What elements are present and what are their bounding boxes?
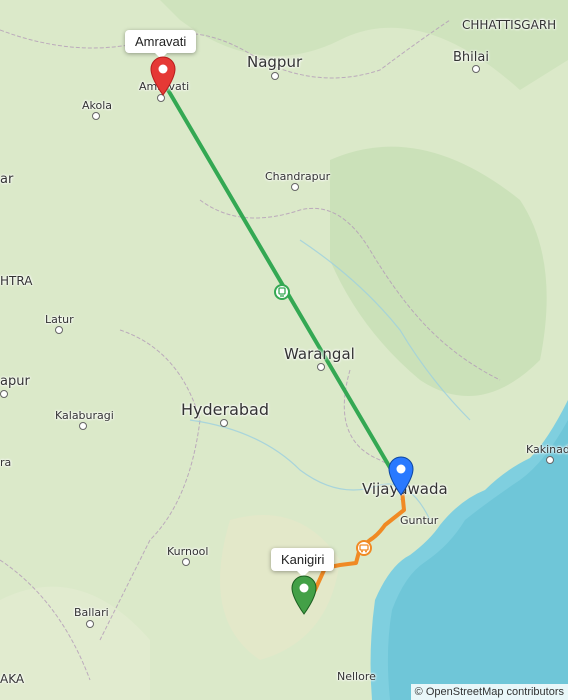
city-label-chandrapur: Chandrapur [265, 170, 331, 183]
city-dot-ballari [86, 620, 94, 628]
city-dot-latur [55, 326, 63, 334]
city-dot-kakinada [546, 456, 554, 464]
city-dot-warangal [317, 363, 325, 371]
city-dot-akola [92, 112, 100, 120]
city-label-kurnool: Kurnool [167, 545, 209, 558]
city-label-warangal: Warangal [284, 345, 355, 363]
city-label-bhilai: Bhilai [453, 50, 489, 65]
city-dot-apur [0, 390, 8, 398]
end-pin-icon[interactable] [289, 574, 319, 616]
map-canvas[interactable]: CHHATTISGARH Bhilai Nagpur Amravati Akol… [0, 0, 568, 700]
city-dot-kurnool [182, 558, 190, 566]
train-icon[interactable] [274, 284, 290, 300]
region-label-aka: AKA [0, 672, 25, 686]
start-callout[interactable]: Amravati [125, 30, 197, 59]
map-attribution[interactable]: © OpenStreetMap contributors [410, 684, 568, 700]
city-label-akola: Akola [82, 99, 113, 112]
waypoint-pin-icon[interactable] [386, 455, 416, 497]
city-label-latur: Latur [45, 313, 74, 326]
city-dot-hyderabad [220, 419, 228, 427]
region-label-htra: HTRA [0, 274, 33, 288]
city-dot-chandrapur [291, 183, 299, 191]
city-label-apur: apur [0, 374, 30, 389]
city-label-ballari: Ballari [74, 606, 109, 619]
city-dot-bhilai [472, 65, 480, 73]
city-label-nellore: Nellore [337, 670, 376, 683]
city-label-guntur: Guntur [400, 514, 439, 527]
bus-icon[interactable] [356, 540, 372, 556]
city-dot-nagpur [271, 72, 279, 80]
city-dot-kalaburagi [79, 422, 87, 430]
city-label-nagpur: Nagpur [247, 53, 303, 71]
city-label-ar: ar [0, 172, 14, 187]
city-label-hyderabad: Hyderabad [181, 400, 269, 419]
city-label-ra: ra [0, 456, 12, 469]
city-label-kakinada: Kakinada [526, 443, 568, 456]
city-label-kalaburagi: Kalaburagi [55, 409, 114, 422]
end-callout[interactable]: Kanigiri [271, 548, 335, 577]
start-pin-icon[interactable] [148, 55, 178, 97]
region-label-chhattisgarh: CHHATTISGARH [462, 18, 557, 32]
